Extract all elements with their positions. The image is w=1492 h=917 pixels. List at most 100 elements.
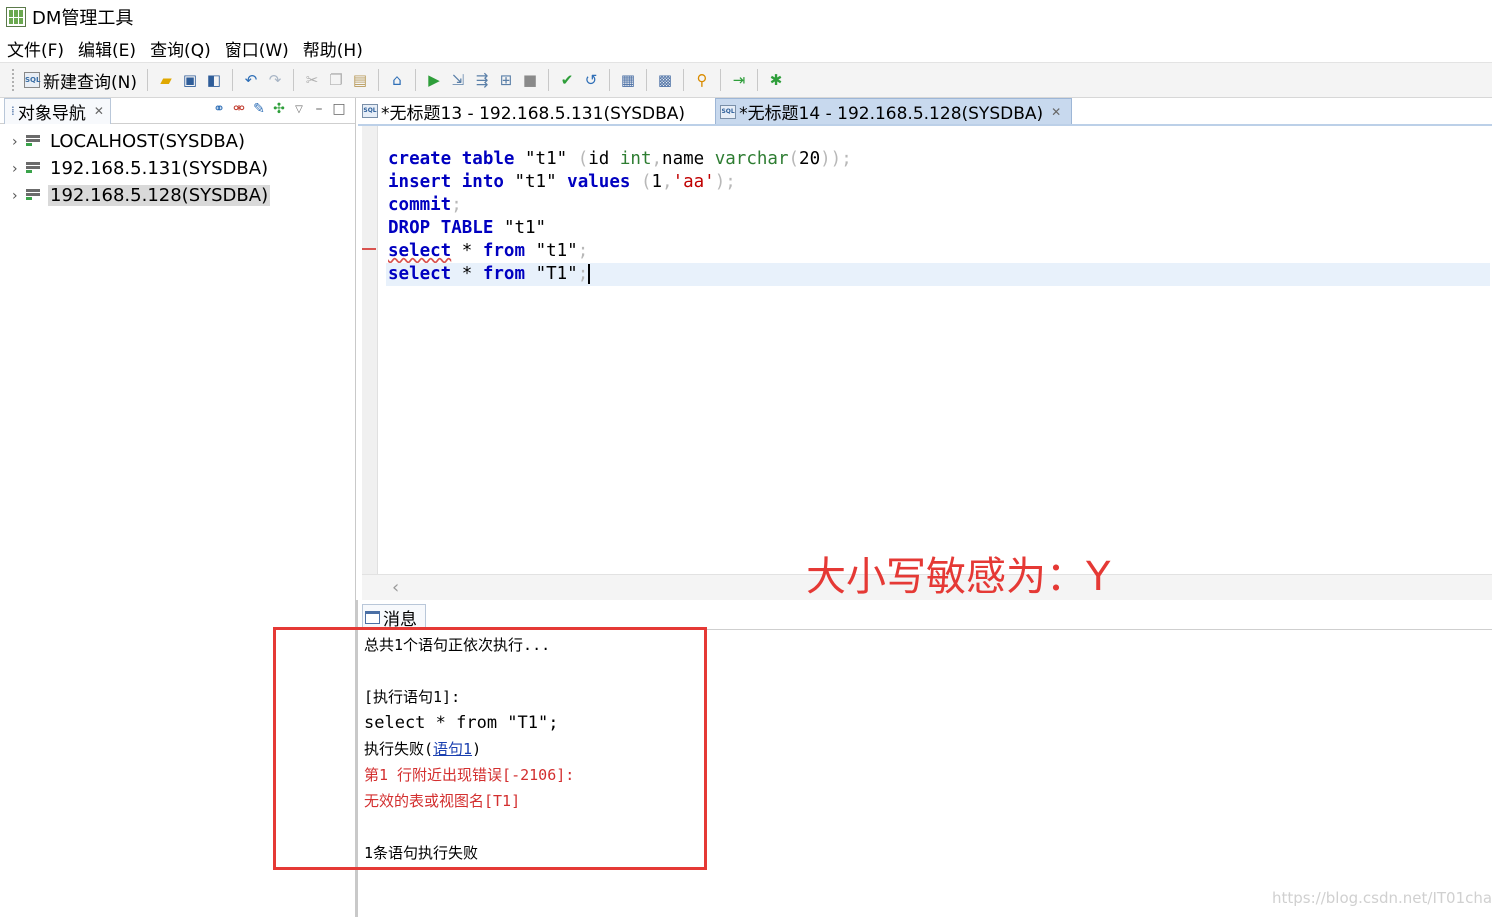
new-query-button[interactable]: SQL 新建查询(N)	[20, 66, 141, 95]
undo-icon[interactable]: ↶	[240, 69, 262, 91]
chevron-right-icon[interactable]: ›	[12, 188, 26, 204]
debug-icon[interactable]: ✱	[765, 69, 787, 91]
open-folder-icon[interactable]: ▰	[155, 69, 177, 91]
tree-item-server-128[interactable]: › 192.168.5.128(SYSDBA)	[0, 182, 355, 209]
close-icon[interactable]: ✕	[1051, 105, 1061, 119]
code-line: insert into "t1" values (1,'aa');	[388, 171, 1490, 194]
code-token: id	[588, 149, 610, 169]
cut-icon[interactable]: ✂	[301, 69, 323, 91]
code-token: 'aa'	[672, 172, 715, 192]
code-token: 1	[651, 172, 663, 192]
commit-icon[interactable]: ✔	[556, 69, 578, 91]
toolbar-separator	[292, 69, 294, 91]
toolbar-separator	[547, 69, 549, 91]
tree-item-server-131[interactable]: › 192.168.5.131(SYSDBA)	[0, 155, 355, 182]
code-token: from	[482, 241, 526, 261]
editor-gutter	[362, 126, 378, 574]
menu-edit[interactable]: 编辑(E)	[78, 36, 136, 61]
save-icon[interactable]: ▣	[179, 69, 201, 91]
code-token: ,	[662, 172, 673, 192]
disconnect-icon[interactable]: ⚮	[229, 101, 249, 117]
tab-label: *无标题14 - 192.168.5.128(SYSDBA)	[739, 104, 1044, 124]
annotation-text: 大小写敏感为：Y	[806, 554, 1111, 600]
home-icon[interactable]: ⌂	[386, 69, 408, 91]
code-token: into	[461, 172, 504, 192]
edit-icon[interactable]: ✎	[249, 101, 269, 117]
code-token: (	[640, 172, 652, 192]
code-area[interactable]: create table "t1" (id int,name varchar(2…	[386, 148, 1490, 286]
connect-icon[interactable]: ⚭	[209, 101, 229, 117]
run-icon[interactable]: ▶	[423, 69, 445, 91]
tab-query-13[interactable]: SQL *无标题13 - 192.168.5.131(SYSDBA)	[358, 98, 695, 124]
title-bar: DM管理工具	[0, 0, 1492, 34]
close-icon[interactable]: ✕	[94, 104, 104, 118]
schedule-icon[interactable]: ▩	[654, 69, 676, 91]
menu-bar: 文件(F) 编辑(E) 查询(Q) 窗口(W) 帮助(H)	[0, 34, 1492, 62]
code-token: ;	[577, 264, 589, 284]
code-token: "T1"	[535, 264, 578, 284]
maximize-icon[interactable]: □	[329, 101, 349, 117]
window-title: DM管理工具	[32, 8, 134, 29]
code-line: select * from "t1";	[388, 240, 1490, 263]
redo-icon[interactable]: ↷	[264, 69, 286, 91]
chevron-left-icon[interactable]: ‹	[392, 577, 399, 598]
expand-icon[interactable]: ✣	[269, 101, 289, 117]
code-token: "t1"	[514, 172, 557, 192]
sql-file-icon: SQL	[720, 104, 737, 119]
code-line: create table "t1" (id int,name varchar(2…	[388, 148, 1490, 171]
tree-item-localhost[interactable]: › LOCALHOST(SYSDBA)	[0, 128, 355, 155]
database-icon	[26, 161, 40, 176]
code-token: from	[482, 264, 526, 284]
tab-object-navigator[interactable]: ⁞ 对象导航 ✕	[4, 97, 111, 124]
code-token: *	[461, 241, 473, 261]
explain-icon[interactable]: ⊞	[495, 69, 517, 91]
menu-help[interactable]: 帮助(H)	[303, 36, 363, 61]
sql-editor[interactable]: create table "t1" (id int,name varchar(2…	[362, 126, 1492, 574]
code-token: ));	[820, 149, 852, 169]
menu-window[interactable]: 窗口(W)	[225, 36, 289, 61]
sql-file-icon: SQL	[24, 72, 40, 88]
code-token: "t1"	[525, 149, 568, 169]
text-caret	[588, 264, 591, 284]
code-token: table	[461, 149, 515, 169]
code-line: commit;	[388, 194, 1490, 217]
save-all-icon[interactable]: ◧	[203, 69, 225, 91]
code-token: (	[577, 149, 589, 169]
tab-query-14[interactable]: SQL *无标题14 - 192.168.5.128(SYSDBA) ✕	[715, 98, 1073, 124]
code-token: 20	[799, 149, 821, 169]
code-token: );	[714, 172, 736, 192]
search-icon[interactable]: ⚲	[691, 69, 713, 91]
database-icon	[26, 134, 40, 149]
error-marker	[362, 248, 376, 250]
toolbar-separator	[377, 69, 379, 91]
navigator-tab-label: 对象导航	[17, 103, 86, 124]
toolbar-separator	[645, 69, 647, 91]
copy-icon[interactable]: ❐	[325, 69, 347, 91]
watermark: https://blog.csdn.net/IT01chao	[1272, 889, 1492, 907]
menu-query[interactable]: 查询(Q)	[150, 36, 211, 61]
tree-item-label: LOCALHOST(SYSDBA)	[50, 131, 246, 152]
code-token: TABLE	[440, 218, 494, 238]
toolbar-separator	[231, 69, 233, 91]
app-icon	[6, 7, 26, 27]
code-token: "t1"	[535, 241, 578, 261]
run-script-icon[interactable]: ⇶	[471, 69, 493, 91]
query-plan-icon[interactable]: ▦	[617, 69, 639, 91]
sql-file-icon: SQL	[362, 104, 378, 118]
menu-file[interactable]: 文件(F)	[7, 36, 64, 61]
view-menu-icon[interactable]: ▽	[289, 104, 309, 115]
run-selected-icon[interactable]: ⇲	[447, 69, 469, 91]
tree-item-label: 192.168.5.128(SYSDBA)	[48, 185, 271, 206]
paste-icon[interactable]: ▤	[349, 69, 371, 91]
navigator-tools: ⚭ ⚮ ✎ ✣ ▽ – □	[209, 101, 349, 117]
chevron-right-icon[interactable]: ›	[12, 161, 26, 177]
stop-icon[interactable]: ■	[519, 69, 541, 91]
minimize-icon[interactable]: –	[309, 101, 329, 117]
code-token: create	[388, 149, 452, 169]
rollback-icon[interactable]: ↺	[580, 69, 602, 91]
chevron-right-icon[interactable]: ›	[12, 134, 26, 150]
toolbar-grip[interactable]	[12, 69, 16, 91]
toolbar-separator	[756, 69, 758, 91]
database-icon	[26, 188, 40, 203]
step-icon[interactable]: ⇥	[728, 69, 750, 91]
